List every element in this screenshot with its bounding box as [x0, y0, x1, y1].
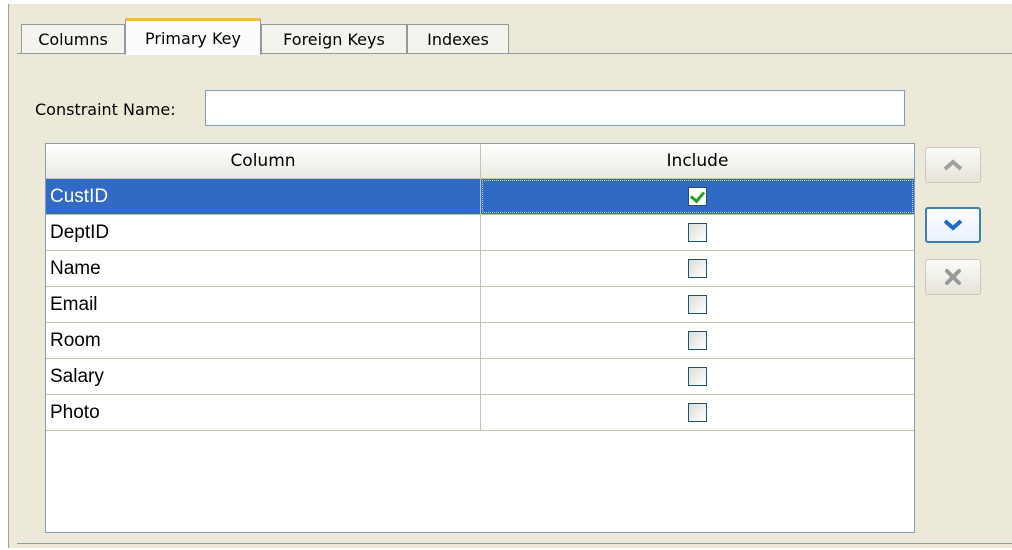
column-name-cell[interactable]: DeptID	[46, 215, 481, 250]
include-checkbox[interactable]	[688, 367, 707, 386]
constraint-name-label: Constraint Name:	[35, 100, 176, 119]
constraint-name-input[interactable]	[205, 90, 905, 126]
column-name-cell[interactable]: Room	[46, 323, 481, 358]
include-cell[interactable]	[481, 323, 914, 358]
column-header[interactable]: Column	[46, 144, 481, 178]
include-cell[interactable]	[481, 287, 914, 322]
table-row[interactable]: Name	[46, 251, 914, 287]
column-name-cell[interactable]: Salary	[46, 359, 481, 394]
column-name-cell[interactable]: Email	[46, 287, 481, 322]
column-header-label: Column	[230, 151, 296, 171]
include-checkbox[interactable]	[688, 259, 707, 278]
include-cell[interactable]	[481, 395, 914, 430]
column-name-cell[interactable]: Photo	[46, 395, 481, 430]
remove-button[interactable]	[925, 259, 981, 295]
column-name-cell[interactable]: Name	[46, 251, 481, 286]
table-row[interactable]: Room	[46, 323, 914, 359]
table-row[interactable]: Photo	[46, 395, 914, 431]
column-name-cell[interactable]: CustID	[46, 179, 481, 214]
window-frame: Columns Primary Key Foreign Keys Indexes…	[8, 4, 1012, 548]
x-icon	[945, 269, 961, 285]
tab-label: Columns	[38, 30, 108, 49]
tab-indexes[interactable]: Indexes	[407, 24, 509, 54]
table-row[interactable]: Email	[46, 287, 914, 323]
table-row[interactable]: CustID	[46, 179, 914, 215]
chevron-down-icon	[943, 219, 963, 231]
chevron-up-icon	[943, 159, 963, 171]
include-cell[interactable]	[481, 251, 914, 286]
table-body: CustID DeptID Name Email Room Salary Photo	[46, 179, 914, 431]
include-cell[interactable]	[481, 179, 914, 214]
tab-label: Primary Key	[145, 28, 241, 48]
include-header-label: Include	[666, 151, 729, 171]
move-up-button[interactable]	[925, 147, 981, 183]
tab-primary-key[interactable]: Primary Key	[125, 18, 261, 55]
tab-foreign-keys[interactable]: Foreign Keys	[261, 24, 407, 54]
tab-label: Indexes	[427, 30, 489, 49]
checkmark-icon	[689, 187, 706, 204]
include-checkbox[interactable]	[688, 403, 707, 422]
include-checkbox[interactable]	[688, 223, 707, 242]
include-cell[interactable]	[481, 359, 914, 394]
table-row[interactable]: Salary	[46, 359, 914, 395]
table-header: Column Include	[46, 144, 914, 179]
move-down-button[interactable]	[925, 207, 981, 243]
tab-columns[interactable]: Columns	[21, 24, 125, 54]
table-row[interactable]: DeptID	[46, 215, 914, 251]
include-header[interactable]: Include	[481, 144, 914, 178]
include-checkbox[interactable]	[688, 187, 707, 206]
include-checkbox[interactable]	[688, 295, 707, 314]
tab-label: Foreign Keys	[283, 30, 385, 49]
columns-table: Column Include CustID DeptID Name Email Room…	[45, 143, 915, 533]
include-checkbox[interactable]	[688, 331, 707, 350]
include-cell[interactable]	[481, 215, 914, 250]
